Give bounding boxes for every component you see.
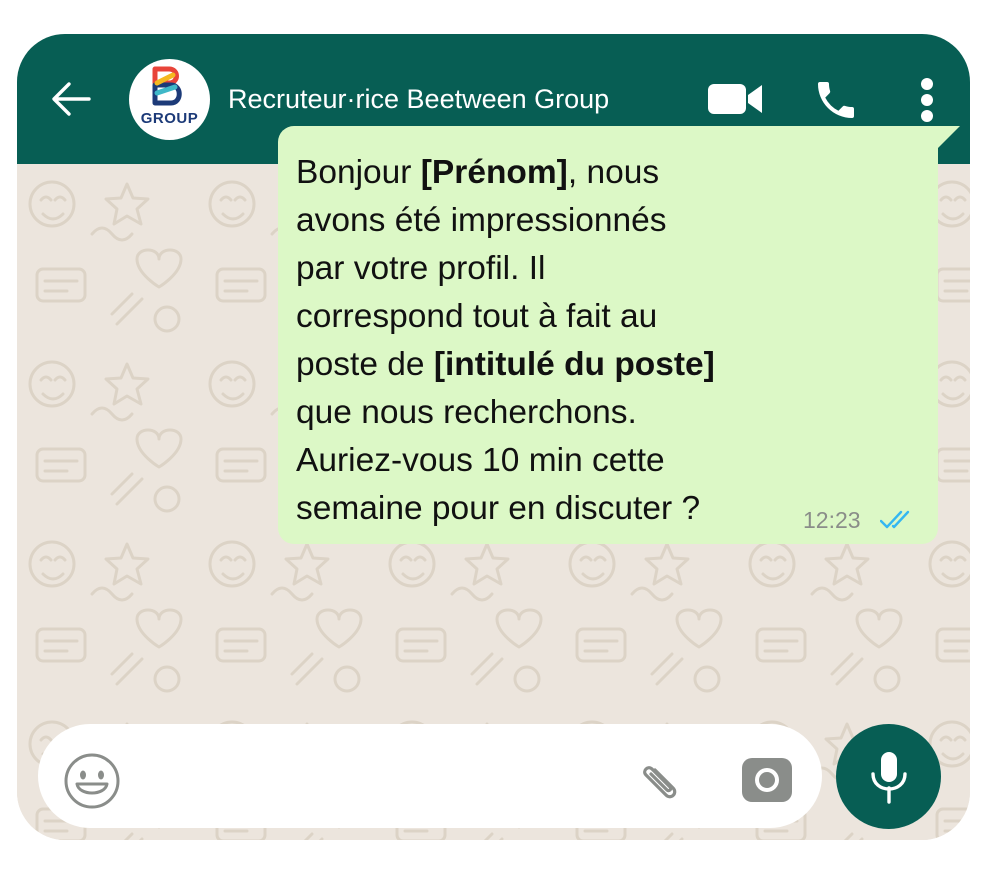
avatar-label: GROUP <box>140 110 199 127</box>
message-placeholder-bold: [intitulé du poste] <box>433 346 715 383</box>
message-input-bar[interactable] <box>38 724 822 828</box>
arrow-left-icon <box>52 82 91 116</box>
message-text-segment: que nous recherchons. Auriez-vous 10 min… <box>296 394 701 527</box>
message-text-segment: Bonjour <box>296 154 421 191</box>
camera-icon <box>742 758 792 802</box>
voice-call-button[interactable] <box>812 76 860 129</box>
avatar[interactable]: GROUP <box>129 59 210 140</box>
message-placeholder-bold: [Prénom] <box>420 154 568 191</box>
beetween-logo-icon <box>152 66 182 106</box>
emoji-button[interactable] <box>63 752 121 815</box>
menu-button[interactable] <box>917 77 937 128</box>
phone-icon <box>818 82 854 118</box>
message-text: Bonjour [Prénom], nous avons été impress… <box>296 149 816 533</box>
camera-button[interactable] <box>740 752 794 811</box>
microphone-icon <box>871 752 907 804</box>
emoji-icon <box>64 753 120 809</box>
chat-window: GROUP Recruteur·rice Beetween Group Bonj… <box>17 34 970 840</box>
voice-record-button[interactable] <box>836 724 941 829</box>
video-camera-icon <box>708 84 762 114</box>
contact-name[interactable]: Recruteur·rice Beetween Group <box>228 84 609 115</box>
bubble-tail <box>938 126 960 148</box>
back-button[interactable] <box>51 81 91 117</box>
paperclip-icon <box>643 766 677 799</box>
attach-button[interactable] <box>635 752 691 813</box>
double-check-icon <box>880 510 910 529</box>
video-call-button[interactable] <box>707 80 763 123</box>
message-time: 12:23 <box>803 507 861 533</box>
more-vertical-icon <box>921 78 933 122</box>
